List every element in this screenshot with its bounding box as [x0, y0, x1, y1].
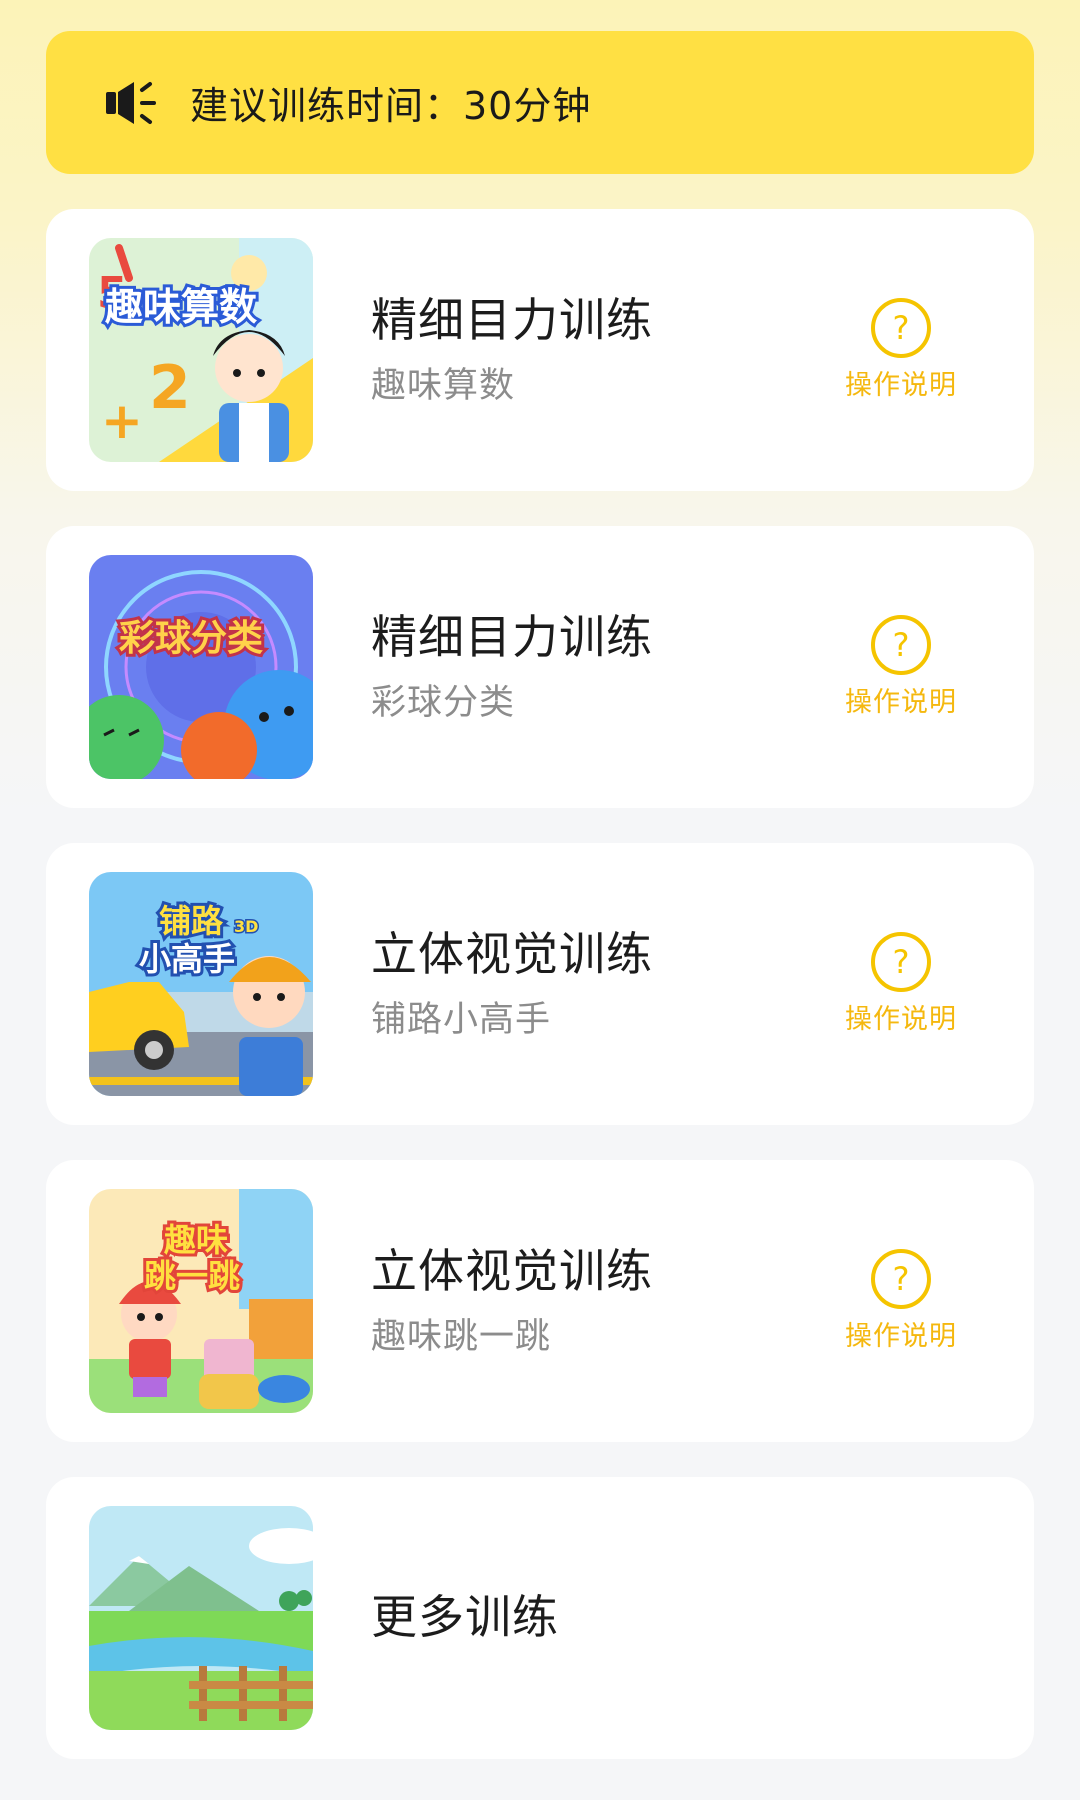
card-title: 精细目力训练 [371, 610, 653, 664]
help-label: 操作说明 [845, 687, 957, 718]
question-circle-icon: ? [871, 1249, 931, 1309]
road-builder-thumb-title-1: 铺路 [159, 902, 224, 940]
card-title: 更多训练 [371, 1590, 559, 1644]
help-button[interactable]: ? 操作说明 [836, 1248, 966, 1358]
help-button[interactable]: ? 操作说明 [836, 297, 966, 407]
speaker-icon [106, 81, 156, 124]
fun-math-thumb-title: 趣味算数 [105, 285, 257, 329]
card-title: 精细目力训练 [371, 293, 653, 347]
color-ball-thumb-title: 彩球分类 [119, 618, 263, 659]
color-ball-thumbnail: 彩球分类 [89, 555, 313, 779]
card-subtitle: 铺路小高手 [371, 1000, 552, 1040]
fun-jump-thumb-title-2: 跳一跳 [144, 1257, 240, 1295]
card-title: 立体视觉训练 [371, 927, 653, 981]
road-builder-thumbnail: 铺路 3D 小高手 [89, 872, 313, 1096]
question-circle-icon: ? [871, 932, 931, 992]
svg-text:?: ? [893, 943, 910, 981]
question-circle-icon: ? [871, 298, 931, 358]
fun-jump-thumb-title-1: 趣味 [164, 1221, 228, 1259]
road-builder-thumb-title-2: 小高手 [139, 940, 235, 978]
training-time-text: 建议训练时间：30分钟 [190, 84, 592, 128]
training-card-more[interactable]: 更多训练 [46, 1477, 1034, 1759]
svg-text:?: ? [893, 1260, 910, 1298]
svg-text:2: 2 [149, 353, 191, 423]
training-time-banner: 建议训练时间：30分钟 [46, 31, 1034, 174]
svg-text:?: ? [893, 309, 910, 347]
more-training-thumbnail [89, 1506, 313, 1730]
help-label: 操作说明 [845, 1004, 957, 1035]
help-label: 操作说明 [845, 1321, 957, 1352]
card-subtitle: 趣味跳一跳 [371, 1317, 552, 1357]
fun-jump-thumbnail: 趣味 跳一跳 [89, 1189, 313, 1413]
card-subtitle: 趣味算数 [371, 366, 516, 406]
svg-text:?: ? [893, 626, 910, 664]
card-title: 立体视觉训练 [371, 1244, 653, 1298]
card-subtitle: 彩球分类 [371, 683, 516, 723]
training-card-fun-math[interactable]: 5 2 + 趣味算数 精细目力训练 趣味算数 ? 操作说明 [46, 209, 1034, 491]
help-button[interactable]: ? 操作说明 [836, 614, 966, 724]
fun-math-thumbnail: 5 2 + 趣味算数 [89, 238, 313, 462]
help-button[interactable]: ? 操作说明 [836, 931, 966, 1041]
question-circle-icon: ? [871, 615, 931, 675]
svg-text:+: + [101, 392, 143, 450]
training-card-fun-jump[interactable]: 趣味 跳一跳 立体视觉训练 趣味跳一跳 ? 操作说明 [46, 1160, 1034, 1442]
training-card-color-ball[interactable]: 彩球分类 精细目力训练 彩球分类 ? 操作说明 [46, 526, 1034, 808]
help-label: 操作说明 [845, 370, 957, 401]
training-card-road-builder[interactable]: 铺路 3D 小高手 立体视觉训练 铺路小高手 ? 操作说明 [46, 843, 1034, 1125]
road-builder-thumb-badge: 3D [234, 917, 258, 936]
